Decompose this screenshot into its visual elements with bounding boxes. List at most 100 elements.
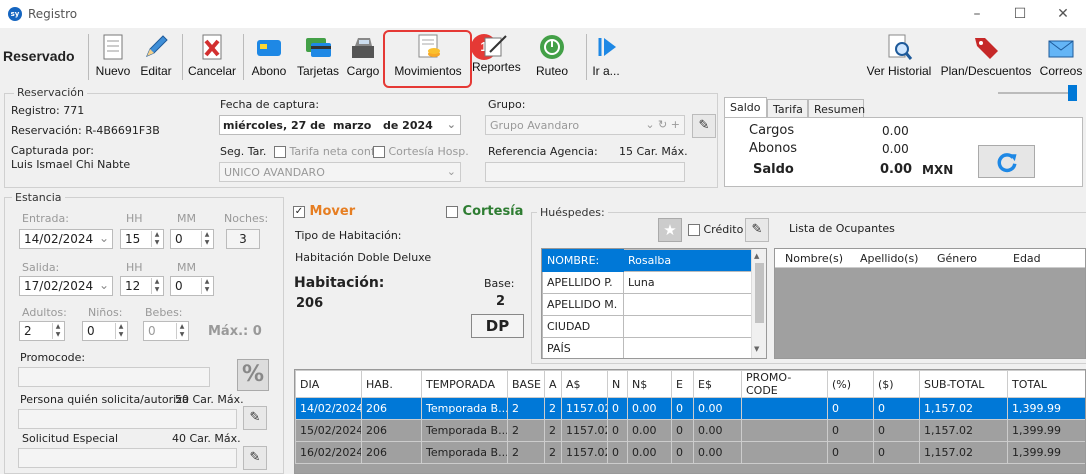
close-button[interactable]: ✕ [1048, 4, 1078, 24]
tarifa-cell[interactable]: 2 [507, 441, 545, 464]
tarifa-cell[interactable]: 0 [607, 441, 628, 464]
grupo-select[interactable]: Grupo Avandaro ⌄ ↻ + [485, 115, 685, 135]
plan-descuentos-button[interactable]: Plan/Descuentos [940, 28, 1032, 84]
huesped-row[interactable]: APELLIDO M. [542, 293, 752, 316]
percent-icon[interactable]: % [237, 359, 269, 391]
ninos-spinner[interactable]: 0 ▲ ▼ [82, 321, 128, 341]
tab-saldo[interactable]: Saldo [724, 97, 767, 118]
tarifa-cell[interactable]: Temporada B... [421, 419, 508, 442]
tarifa-cell[interactable]: 0 [671, 419, 694, 442]
ruteo-button[interactable]: Ruteo [530, 28, 574, 84]
ir-a-button[interactable]: Ir a... [588, 28, 624, 84]
huesped-row[interactable]: CIUDAD [542, 315, 752, 338]
credito-checkbox[interactable]: Crédito [688, 223, 743, 236]
tarifa-cell[interactable]: Temporada B... [421, 397, 508, 420]
column-header[interactable]: HAB. [361, 370, 422, 398]
tarjetas-button[interactable]: Tarjetas [295, 28, 341, 84]
salida-mm-spinner[interactable]: 0 ▲ ▼ [170, 276, 214, 296]
column-header[interactable]: BASE [507, 370, 545, 398]
huesped-row[interactable]: NOMBRE: Rosalba [542, 249, 752, 272]
tarifa-cell[interactable]: 1157.02 [561, 419, 608, 442]
tarifa-cell[interactable]: 206 [361, 397, 422, 420]
column-header[interactable]: TEMPORADA [421, 370, 508, 398]
column-header[interactable]: E$ [693, 370, 742, 398]
tab-tarifa[interactable]: Tarifa [767, 99, 808, 117]
refresh-button[interactable] [978, 145, 1035, 178]
tarifa-cell[interactable]: 0 [873, 397, 920, 420]
ref-agencia-input[interactable] [485, 162, 685, 182]
spinner-arrows-icon[interactable]: ▲ ▼ [201, 278, 212, 294]
tarifa-cell[interactable]: 0.00 [693, 397, 742, 420]
maximize-button[interactable]: ☐ [1005, 4, 1035, 24]
spinner-arrows-icon[interactable]: ▲ ▼ [52, 323, 63, 339]
persona-input[interactable] [18, 409, 237, 429]
solicitud-edit-button[interactable]: ✎ [243, 446, 267, 470]
tarifa-cell[interactable]: 15/02/2024 [295, 419, 362, 442]
spinner-arrows-icon[interactable]: ▲ ▼ [115, 323, 126, 339]
tarifa-cell[interactable] [741, 441, 828, 464]
tarifa-cell[interactable]: 0 [671, 441, 694, 464]
tarifa-cell[interactable] [741, 419, 828, 442]
tarifa-row[interactable]: 14/02/2024 206 Temporada B... 2 2 1157.02 0 0.0… [295, 397, 1085, 420]
tarifa-cell[interactable]: 1,157.02 [919, 419, 1008, 442]
entrada-hh-spinner[interactable]: 15 ▲ ▼ [120, 229, 164, 249]
column-header[interactable]: (%) [827, 370, 874, 398]
tarifa-cell[interactable]: 0 [873, 419, 920, 442]
promocode-input[interactable] [18, 367, 210, 387]
tarifa-cell[interactable]: 0.00 [627, 441, 672, 464]
tarifa-cell[interactable]: 0.00 [693, 441, 742, 464]
tarifa-cell[interactable]: 0.00 [693, 419, 742, 442]
cortesia-checkbox[interactable]: Cortesía [446, 204, 523, 219]
nuevo-button[interactable]: Nuevo [92, 28, 134, 84]
entrada-date-picker[interactable]: 14/02/2024 ⌄ [19, 229, 113, 249]
tarifa-cell[interactable]: 0.00 [627, 397, 672, 420]
fecha-picker[interactable]: miércoles, 27 de marzo de 2024 ⌄ [219, 115, 461, 135]
salida-date-picker[interactable]: 17/02/2024 ⌄ [19, 276, 113, 296]
adultos-spinner[interactable]: 2 ▲ ▼ [19, 321, 65, 341]
chevron-down-icon[interactable]: ▼ [754, 345, 759, 353]
tarifa-cell[interactable]: 0 [671, 397, 694, 420]
column-header[interactable]: N$ [627, 370, 672, 398]
entrada-mm-spinner[interactable]: 0 ▲ ▼ [170, 229, 214, 249]
mover-checkbox[interactable]: ✓ Mover [293, 204, 355, 219]
tarifa-cell[interactable]: 2 [544, 441, 562, 464]
tarifa-cell[interactable]: 0 [827, 397, 874, 420]
room-type-code-button[interactable]: DP [471, 314, 524, 338]
editar-button[interactable]: Editar [137, 28, 175, 84]
tarifa-cell[interactable]: 14/02/2024 [295, 397, 362, 420]
field-value[interactable] [623, 337, 752, 358]
tarifa-row[interactable]: 15/02/2024 206 Temporada B... 2 2 1157.02 0 0.0… [295, 419, 1085, 442]
huesped-row[interactable]: PAÍS [542, 337, 752, 358]
tab-resumen[interactable]: Resumen [808, 99, 865, 117]
tarifa-cell[interactable]: 2 [507, 397, 545, 420]
column-header[interactable]: N [607, 370, 628, 398]
field-value[interactable]: Luna [623, 271, 752, 294]
tarifa-cell[interactable]: 206 [361, 419, 422, 442]
field-value[interactable] [623, 293, 752, 316]
tarifa-cell[interactable]: 206 [361, 441, 422, 464]
tarifa-cell[interactable]: 1,399.99 [1007, 397, 1085, 420]
zoom-slider-thumb[interactable] [1068, 85, 1077, 101]
tarifa-cell[interactable]: 0 [827, 441, 874, 464]
bebes-spinner[interactable]: 0 ▲ ▼ [143, 321, 189, 341]
persona-edit-button[interactable]: ✎ [243, 406, 267, 430]
column-header[interactable]: DIA [295, 370, 362, 398]
correos-button[interactable]: Correos [1038, 28, 1084, 84]
reportes-button[interactable]: Reportes [472, 28, 521, 84]
column-header[interactable]: PROMO-CODE [741, 370, 828, 398]
cortesia-hosp-checkbox[interactable]: Cortesía Hosp. [373, 145, 469, 158]
star-icon[interactable]: ★ [658, 218, 682, 242]
scrollbar-thumb[interactable] [755, 263, 764, 323]
zoom-slider-track[interactable] [998, 92, 1076, 94]
tarifa-cell[interactable]: 0 [873, 441, 920, 464]
huesped-row[interactable]: APELLIDO P. Luna [542, 271, 752, 294]
tarifa-cell[interactable]: 1,399.99 [1007, 419, 1085, 442]
chevron-up-icon[interactable]: ▲ [754, 252, 759, 260]
tarifa-cell[interactable]: 0.00 [627, 419, 672, 442]
spinner-arrows-icon[interactable]: ▲ ▼ [201, 231, 212, 247]
salida-hh-spinner[interactable]: 12 ▲ ▼ [120, 276, 164, 296]
column-header[interactable]: ($) [873, 370, 920, 398]
column-header[interactable]: TOTAL [1007, 370, 1085, 398]
tarifa-cell[interactable]: 1,157.02 [919, 441, 1008, 464]
tarifa-cell[interactable]: 0 [827, 419, 874, 442]
